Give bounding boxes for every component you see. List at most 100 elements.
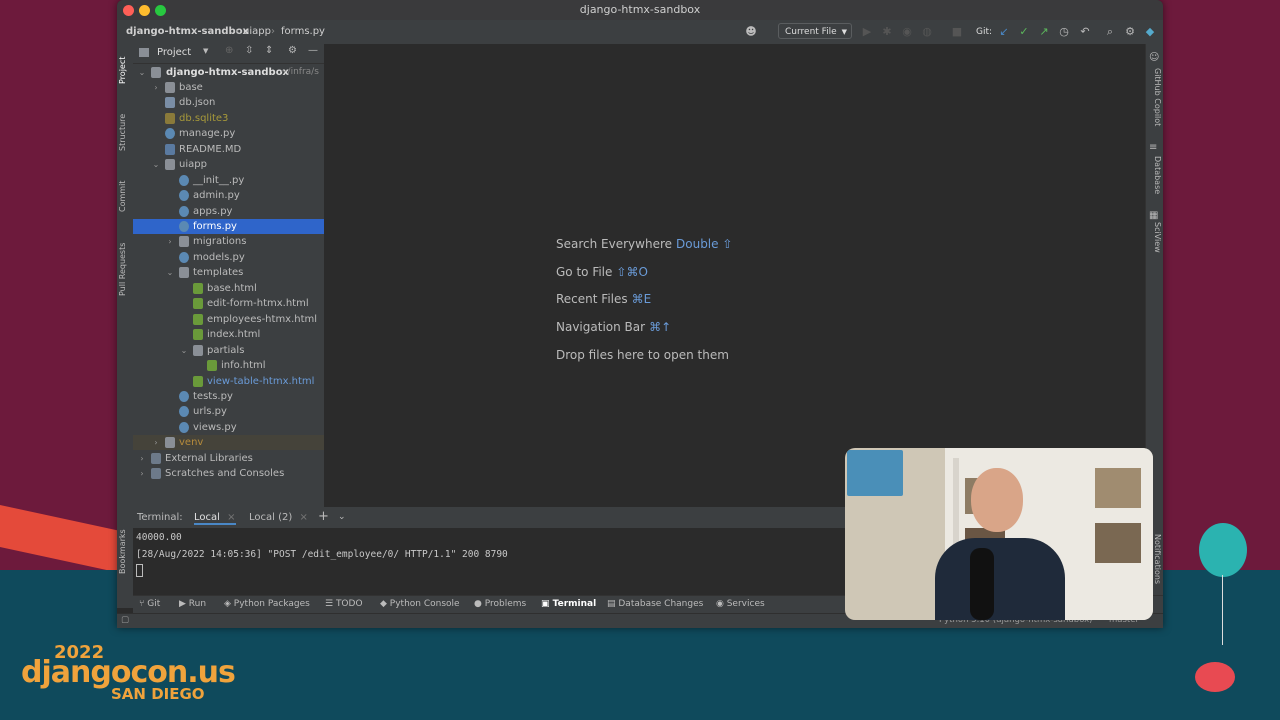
tree-item[interactable]: ⌄ uiapp: [133, 157, 324, 172]
chevron-right-icon[interactable]: ›: [165, 234, 175, 249]
expand-all-icon[interactable]: ⇳: [245, 45, 253, 56]
tool-database-changes[interactable]: ▤ Database Changes: [607, 599, 703, 609]
microphone-image: [970, 548, 994, 620]
chevron-down-icon[interactable]: ⌄: [179, 343, 189, 358]
close-icon[interactable]: ×: [299, 512, 307, 523]
terminal-cursor[interactable]: [136, 564, 143, 577]
tree-item[interactable]: db.json: [133, 95, 324, 110]
search-icon[interactable]: ⌕: [1104, 26, 1116, 38]
tree-item[interactable]: › venv: [133, 435, 324, 451]
chevron-down-icon[interactable]: ⌄: [338, 512, 346, 522]
tool-tab-sciview[interactable]: SciView: [1148, 222, 1162, 253]
chevron-down-icon[interactable]: ⌄: [151, 157, 161, 172]
chevron-down-icon[interactable]: ▼: [203, 47, 208, 55]
minimize-window-button[interactable]: [139, 5, 150, 16]
tree-item[interactable]: › migrations: [133, 234, 324, 249]
jetbrains-icon[interactable]: ◆: [1144, 26, 1156, 38]
main-toolbar: django-htmx-sandbox › uiapp › forms.py ☻…: [117, 20, 1163, 45]
wall-map-image: [847, 450, 903, 496]
git-commit-icon[interactable]: ✓: [1018, 26, 1030, 38]
terminal-icon: ▣: [541, 599, 553, 609]
tree-item[interactable]: README.MD: [133, 142, 324, 157]
zoom-window-button[interactable]: [155, 5, 166, 16]
tool-run[interactable]: ▶ Run: [179, 599, 206, 609]
tree-item[interactable]: ⌄ templates: [133, 265, 324, 280]
tool-todo[interactable]: ☰ TODO: [325, 599, 363, 609]
tool-services[interactable]: ◉ Services: [716, 599, 765, 609]
tree-item-label: partials: [207, 344, 245, 356]
tree-item[interactable]: tests.py: [133, 389, 324, 404]
terminal-tab-local[interactable]: Local ×: [194, 512, 236, 525]
tree-item[interactable]: base.html: [133, 281, 324, 296]
tree-item[interactable]: views.py: [133, 420, 324, 435]
tool-tab-commit[interactable]: Commit: [118, 174, 132, 218]
hint-shortcut: ⌘↑: [649, 320, 672, 335]
breadcrumb-project[interactable]: django-htmx-sandbox: [126, 26, 249, 37]
profile-icon[interactable]: ◍: [921, 26, 933, 38]
hide-panel-icon[interactable]: —: [308, 45, 318, 56]
tree-item[interactable]: index.html: [133, 327, 324, 342]
tree-item[interactable]: db.sqlite3: [133, 111, 324, 126]
tree-item[interactable]: urls.py: [133, 404, 324, 419]
chevron-right-icon[interactable]: ›: [137, 451, 147, 466]
rollback-icon[interactable]: ↶: [1079, 26, 1091, 38]
tool-python-packages[interactable]: ◈ Python Packages: [224, 599, 310, 609]
tool-python-console[interactable]: ◆ Python Console: [380, 599, 460, 609]
coverage-icon[interactable]: ◉: [901, 26, 913, 38]
locate-icon[interactable]: ⊕: [225, 45, 233, 56]
chevron-down-icon[interactable]: ⌄: [137, 65, 147, 80]
tool-terminal[interactable]: ▣ Terminal: [541, 599, 596, 609]
tool-tab-pull-requests[interactable]: Pull Requests: [118, 234, 132, 304]
tool-problems[interactable]: ● Problems: [474, 599, 526, 609]
new-terminal-icon[interactable]: +: [318, 509, 329, 524]
tree-item[interactable]: edit-form-htmx.html: [133, 296, 324, 311]
tree-item[interactable]: manage.py: [133, 126, 324, 141]
tree-item[interactable]: employees-htmx.html: [133, 312, 324, 327]
terminal-tab-local-2[interactable]: Local (2) ×: [249, 512, 308, 523]
tool-tab-database[interactable]: Database: [1148, 156, 1162, 194]
layout-icon[interactable]: ▢: [121, 615, 129, 625]
chevron-right-icon[interactable]: ›: [151, 80, 161, 95]
tool-tab-github-copilot[interactable]: GitHub Copilot: [1148, 68, 1162, 126]
tree-root[interactable]: ⌄ django-htmx-sandbox ~/infra/s: [133, 65, 324, 80]
close-window-button[interactable]: [123, 5, 134, 16]
breadcrumb-folder[interactable]: uiapp: [243, 26, 271, 37]
stop-icon[interactable]: ■: [951, 26, 963, 38]
chevron-down-icon[interactable]: ⌄: [165, 265, 175, 280]
breadcrumb-file[interactable]: forms.py: [281, 26, 325, 37]
project-panel-title[interactable]: Project: [157, 47, 191, 58]
run-icon[interactable]: ▶: [861, 26, 873, 38]
user-icon[interactable]: ☻: [745, 26, 757, 38]
tree-item[interactable]: admin.py: [133, 188, 324, 203]
tree-item[interactable]: __init__.py: [133, 173, 324, 188]
tree-item-label: tests.py: [193, 390, 233, 402]
collapse-all-icon[interactable]: ⇕: [265, 45, 273, 56]
debug-icon[interactable]: ✱: [881, 26, 893, 38]
git-push-icon[interactable]: ↗: [1038, 26, 1050, 38]
tool-tab-project[interactable]: Project: [118, 50, 132, 90]
tree-item[interactable]: › Scratches and Consoles: [133, 466, 324, 481]
chevron-right-icon[interactable]: ›: [151, 435, 161, 450]
tree-item[interactable]: › External Libraries: [133, 451, 324, 466]
tool-label: TODO: [335, 599, 363, 609]
tool-tab-bookmarks[interactable]: Bookmarks: [118, 528, 132, 576]
history-icon[interactable]: ◷: [1058, 26, 1070, 38]
folder-icon: [193, 344, 203, 356]
tree-item[interactable]: view-table-htmx.html: [133, 374, 324, 389]
run-config-dropdown[interactable]: Current File ▼: [778, 23, 852, 39]
close-icon[interactable]: ×: [227, 512, 235, 523]
gear-icon[interactable]: ⚙: [288, 45, 297, 56]
tree-item[interactable]: models.py: [133, 250, 324, 265]
tree-item[interactable]: info.html: [133, 358, 324, 373]
tool-git[interactable]: ⑂ Git: [139, 599, 160, 609]
tree-item[interactable]: ⌄ partials: [133, 343, 324, 358]
git-update-icon[interactable]: ↙: [998, 26, 1010, 38]
tool-tab-structure[interactable]: Structure: [118, 106, 132, 158]
tree-item[interactable]: apps.py: [133, 204, 324, 219]
tree-item[interactable]: forms.py: [133, 219, 324, 234]
gear-icon[interactable]: ⚙: [1124, 26, 1136, 38]
html-file-icon: [193, 282, 203, 294]
tree-item-label: edit-form-htmx.html: [207, 298, 309, 310]
chevron-right-icon[interactable]: ›: [137, 466, 147, 481]
tree-item[interactable]: › base: [133, 80, 324, 95]
